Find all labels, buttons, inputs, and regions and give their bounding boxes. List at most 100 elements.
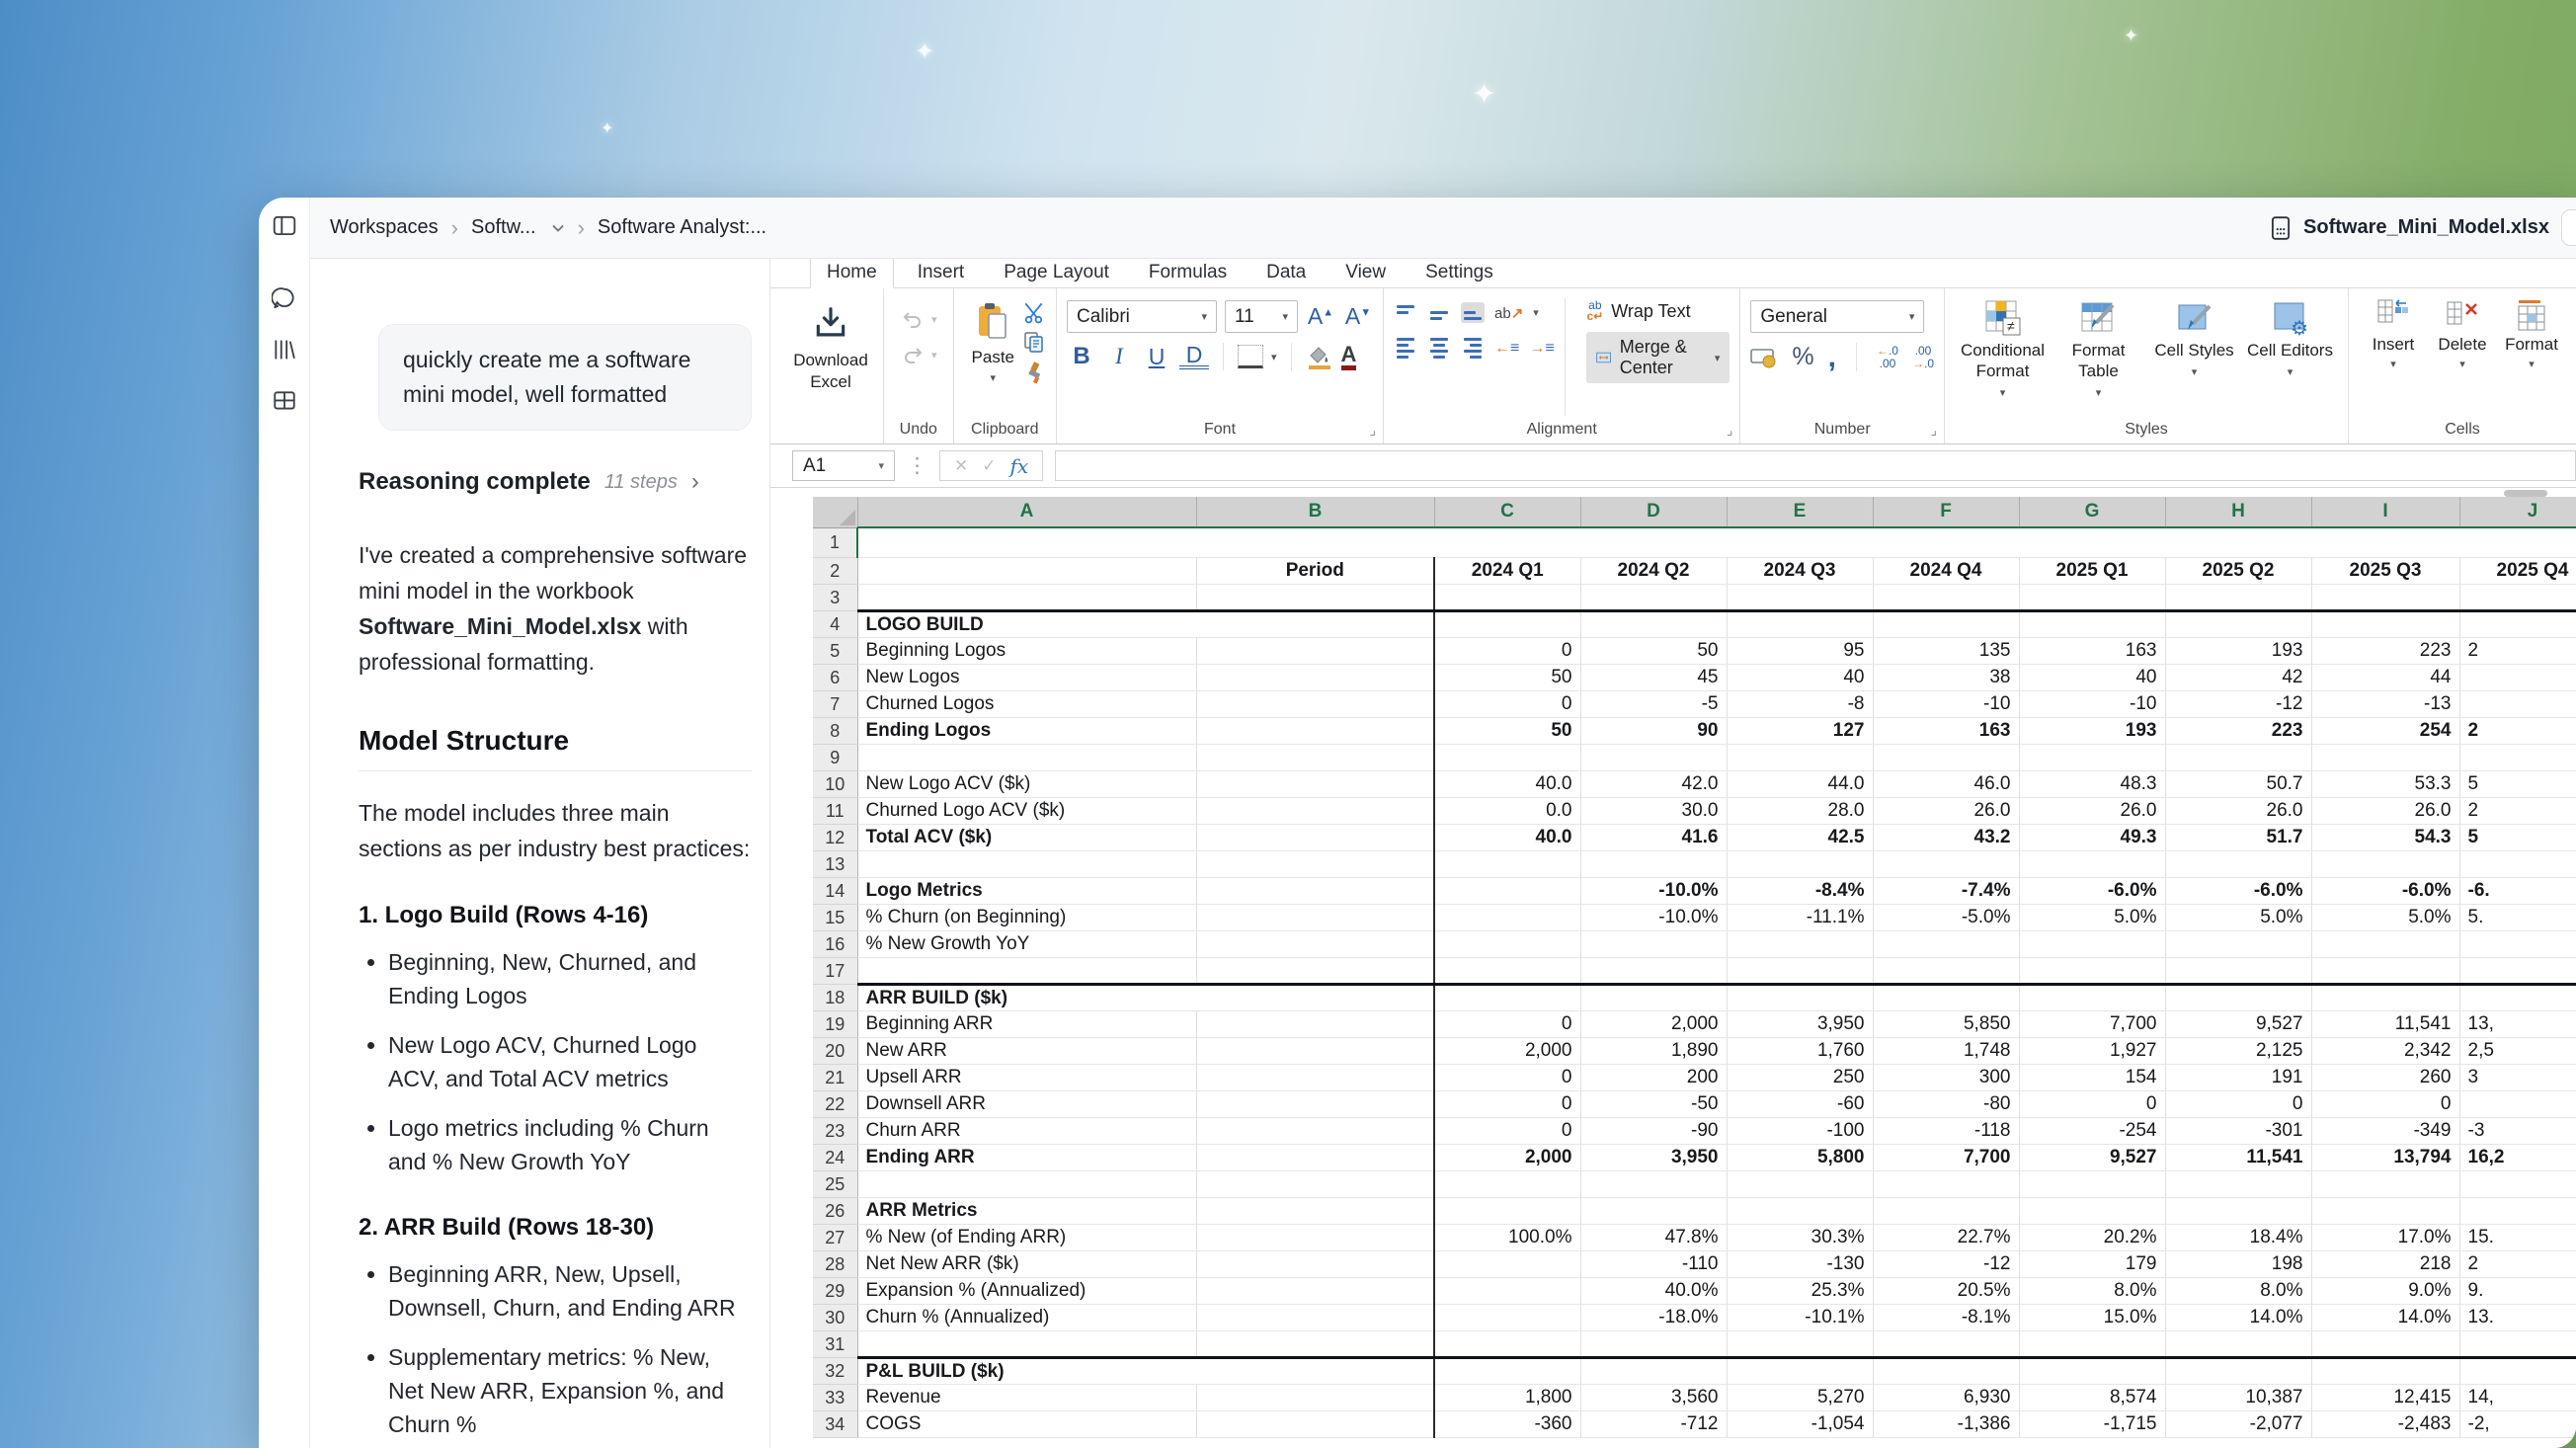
cell[interactable]: [1434, 905, 1580, 931]
cell[interactable]: [1196, 1251, 1434, 1278]
cell[interactable]: 3,950: [1727, 1011, 1873, 1038]
cell[interactable]: 191: [2165, 1065, 2311, 1091]
cancel-entry-icon[interactable]: ✕: [954, 456, 968, 476]
cell[interactable]: [2165, 1171, 2311, 1198]
cell[interactable]: [1196, 1305, 1434, 1331]
cell[interactable]: [1873, 1198, 2019, 1225]
dialog-launcher-icon[interactable]: ⌟: [1727, 422, 1733, 439]
cell[interactable]: 1,890: [1580, 1038, 1727, 1065]
cell[interactable]: [1727, 851, 1873, 878]
row-header-28[interactable]: 28: [813, 1251, 857, 1278]
bold-button[interactable]: B: [1067, 343, 1096, 370]
cell[interactable]: 1,760: [1727, 1038, 1873, 1065]
row-header-1[interactable]: 1: [813, 527, 857, 558]
row-header-30[interactable]: 30: [813, 1305, 857, 1331]
cell[interactable]: -5: [1580, 691, 1727, 718]
cell[interactable]: 5: [2459, 825, 2576, 851]
cut-button[interactable]: [1022, 300, 1046, 324]
cell-quarter[interactable]: 2025 Q4: [2459, 558, 2576, 585]
cell[interactable]: [1873, 985, 2019, 1011]
cell[interactable]: 1,748: [1873, 1038, 2019, 1065]
cell[interactable]: -712: [1580, 1411, 1727, 1438]
cell[interactable]: 15.: [2459, 1225, 2576, 1251]
cell[interactable]: [2311, 585, 2459, 611]
cell[interactable]: 250: [1727, 1065, 1873, 1091]
cell[interactable]: [1727, 1331, 1873, 1358]
cell[interactable]: [2311, 1198, 2459, 1225]
cell[interactable]: 26.0: [2311, 798, 2459, 825]
cell[interactable]: [1196, 585, 1434, 611]
cell[interactable]: 163: [2019, 638, 2165, 665]
column-header-I[interactable]: I: [2311, 497, 2459, 527]
cell[interactable]: [2165, 1198, 2311, 1225]
format-cells-button[interactable]: Format ▾: [2497, 298, 2566, 370]
row-header-26[interactable]: 26: [813, 1198, 857, 1225]
cell[interactable]: 50: [1580, 638, 1727, 665]
cell-quarter[interactable]: 2025 Q3: [2311, 558, 2459, 585]
horizontal-scrollbar[interactable]: [2504, 490, 2547, 497]
cell-label[interactable]: Churn % (Annualized): [857, 1305, 1196, 1331]
cell[interactable]: -8: [1727, 691, 1873, 718]
cell[interactable]: [1434, 745, 1580, 771]
cell[interactable]: -10.0%: [1580, 905, 1727, 931]
cell[interactable]: [1434, 1278, 1580, 1305]
cell[interactable]: -10.1%: [1727, 1305, 1873, 1331]
row-header-21[interactable]: 21: [813, 1065, 857, 1091]
dialog-launcher-icon[interactable]: ⌟: [1930, 422, 1937, 439]
cell[interactable]: -2,: [2459, 1411, 2576, 1438]
cell[interactable]: [1873, 745, 2019, 771]
cell[interactable]: 0: [1434, 638, 1580, 665]
cell[interactable]: [1196, 665, 1434, 691]
cell-label[interactable]: Churned Logos: [857, 691, 1196, 718]
row-header-14[interactable]: 14: [813, 878, 857, 905]
cell-label[interactable]: % Churn (on Beginning): [857, 905, 1196, 931]
row-header-11[interactable]: 11: [813, 798, 857, 825]
cell-styles-button[interactable]: Cell Styles ▾: [2146, 298, 2242, 383]
cell[interactable]: [1727, 1198, 1873, 1225]
cell[interactable]: 26.0: [2019, 798, 2165, 825]
cell[interactable]: [2019, 958, 2165, 985]
version-button[interactable]: v5: [2561, 209, 2576, 246]
cell[interactable]: [2311, 1331, 2459, 1358]
cell[interactable]: 154: [2019, 1065, 2165, 1091]
delete-cells-button[interactable]: Delete ▾: [2428, 298, 2497, 370]
cell[interactable]: 193: [2019, 718, 2165, 745]
orientation-button[interactable]: ab↗: [1494, 304, 1523, 322]
column-header-G[interactable]: G: [2019, 497, 2165, 527]
reasoning-toggle[interactable]: Reasoning complete 11 steps ›: [359, 468, 752, 496]
increase-indent-button[interactable]: →≡: [1529, 340, 1554, 358]
row-header-23[interactable]: 23: [813, 1118, 857, 1145]
wrap-text-button[interactable]: abc↵ Wrap Text: [1586, 300, 1730, 322]
cell[interactable]: 22.7%: [1873, 1225, 2019, 1251]
cell-label[interactable]: Downsell ARR: [857, 1091, 1196, 1118]
row-header-15[interactable]: 15: [813, 905, 857, 931]
cell-label[interactable]: Revenue: [857, 1385, 1196, 1411]
cell[interactable]: [1727, 611, 1873, 638]
cell[interactable]: [1196, 1225, 1434, 1251]
cell[interactable]: [1873, 1331, 2019, 1358]
cell[interactable]: -10: [1873, 691, 2019, 718]
cell[interactable]: -5.0%: [1873, 905, 2019, 931]
cell[interactable]: [2165, 931, 2311, 958]
row-header-34[interactable]: 34: [813, 1411, 857, 1438]
cell[interactable]: [2165, 1358, 2311, 1385]
cell[interactable]: 0: [1434, 1065, 1580, 1091]
cell[interactable]: [1196, 718, 1434, 745]
cell[interactable]: -6.: [2459, 878, 2576, 905]
cell[interactable]: 0: [1434, 1118, 1580, 1145]
cell-period[interactable]: Period: [1196, 558, 1434, 585]
row-header-6[interactable]: 6: [813, 665, 857, 691]
row-header-25[interactable]: 25: [813, 1171, 857, 1198]
cell[interactable]: [2311, 611, 2459, 638]
cell-quarter[interactable]: 2024 Q1: [1434, 558, 1580, 585]
breadcrumb-workspaces[interactable]: Workspaces: [330, 216, 439, 239]
cell[interactable]: -100: [1727, 1118, 1873, 1145]
cell[interactable]: 0: [1434, 1091, 1580, 1118]
cell[interactable]: 9,527: [2165, 1011, 2311, 1038]
cell[interactable]: 46.0: [1873, 771, 2019, 798]
cell-label[interactable]: % New (of Ending ARR): [857, 1225, 1196, 1251]
cell[interactable]: [1434, 1198, 1580, 1225]
cell-quarter[interactable]: 2024 Q2: [1580, 558, 1727, 585]
cell[interactable]: -1,054: [1727, 1411, 1873, 1438]
cell[interactable]: 41.6: [1580, 825, 1727, 851]
